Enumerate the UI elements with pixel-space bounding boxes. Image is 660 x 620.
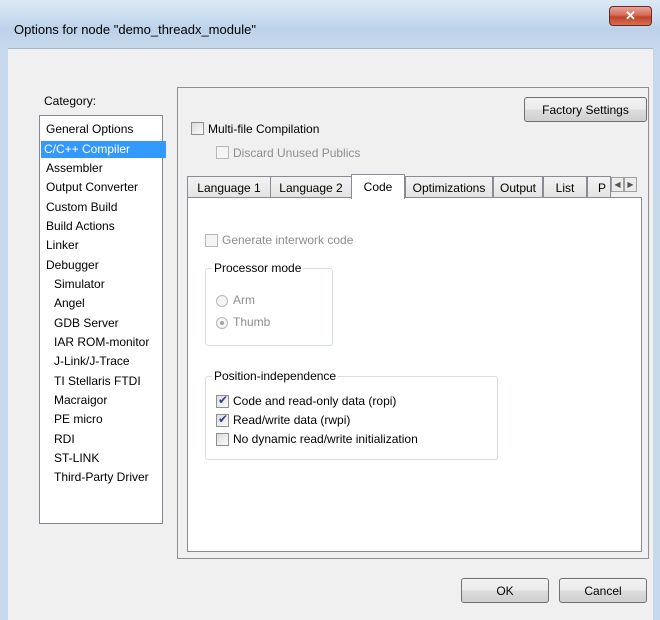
category-item-output-converter[interactable]: Output Converter [43,179,141,196]
discard-unused-publics-checkbox[interactable] [216,146,229,159]
tab-scroll-left-button[interactable]: ◀ [611,177,624,192]
arrow-left-icon: ◀ [614,180,621,189]
radio-arm-label: Arm [233,293,255,307]
discard-unused-publics-label: Discard Unused Publics [233,146,361,160]
category-item-angel[interactable]: Angel [51,295,88,312]
options-dialog: Options for node "demo_threadx_module" ✕… [0,0,660,620]
ropi-label: Code and read-only data (ropi) [233,394,397,408]
multifile-compilation-label: Multi-file Compilation [208,122,320,136]
category-item-pe-micro[interactable]: PE micro [51,411,106,428]
tab-list[interactable]: List [543,176,587,198]
category-item-rdi[interactable]: RDI [51,431,78,448]
category-item-gdb-server[interactable]: GDB Server [51,315,122,332]
category-item-macraigor[interactable]: Macraigor [51,392,110,409]
category-item-st-link[interactable]: ST-LINK [51,450,102,467]
close-icon: ✕ [625,8,636,23]
close-button[interactable]: ✕ [609,6,652,26]
category-item-jlink-jtrace[interactable]: J-Link/J-Trace [51,353,133,370]
category-item-third-party-driver[interactable]: Third-Party Driver [51,469,152,486]
window-frame-left [0,48,8,620]
title-bar: Options for node "demo_threadx_module" ✕ [0,0,660,48]
position-independence-title: Position-independence [212,369,339,383]
radio-thumb-label: Thumb [233,315,271,329]
arrow-right-icon: ▶ [627,180,634,189]
category-item-ti-stellaris-ftdi[interactable]: TI Stellaris FTDI [51,373,144,390]
category-label: Category: [44,94,97,108]
processor-mode-title: Processor mode [212,261,304,275]
window-frame-right [653,48,660,620]
cancel-button[interactable]: Cancel [559,578,647,603]
category-item-general-options[interactable]: General Options [43,121,136,138]
tab-optimizations[interactable]: Optimizations [405,176,493,198]
processor-mode-group [205,268,333,346]
category-list[interactable]: General Options C/C++ Compiler Assembler… [39,115,166,524]
multifile-compilation-checkbox[interactable] [191,122,204,135]
tab-output[interactable]: Output [493,176,543,198]
category-item-assembler[interactable]: Assembler [43,160,106,177]
ok-button[interactable]: OK [461,578,549,603]
tab-strip: Language 1 Language 2 Code Optimizations… [187,174,642,199]
category-item-iar-rom-monitor[interactable]: IAR ROM-monitor [51,334,152,351]
tab-code[interactable]: Code [351,174,405,199]
category-item-simulator[interactable]: Simulator [51,276,108,293]
generate-interwork-label: Generate interwork code [222,233,354,247]
generate-interwork-checkbox[interactable] [205,234,218,247]
tab-truncated[interactable]: P [587,176,611,198]
radio-thumb[interactable] [216,317,228,329]
radio-arm[interactable] [216,295,228,307]
no-dynamic-rw-init-label: No dynamic read/write initialization [233,432,418,446]
category-item-build-actions[interactable]: Build Actions [43,218,118,235]
ropi-checkbox[interactable] [216,393,229,408]
tab-language-1[interactable]: Language 1 [187,176,271,198]
category-item-custom-build[interactable]: Custom Build [43,199,120,216]
category-item-linker[interactable]: Linker [43,237,82,254]
factory-settings-button[interactable]: Factory Settings [524,97,647,122]
window-title: Options for node "demo_threadx_module" [14,22,256,37]
category-item-debugger[interactable]: Debugger [43,257,102,274]
tab-scroll-right-button[interactable]: ▶ [624,177,637,192]
rwpi-label: Read/write data (rwpi) [233,413,351,427]
rwpi-checkbox[interactable] [216,412,229,427]
category-item-c-compiler[interactable]: C/C++ Compiler [41,141,166,158]
no-dynamic-rw-init-checkbox[interactable] [216,433,229,446]
tab-language-2[interactable]: Language 2 [270,176,352,198]
